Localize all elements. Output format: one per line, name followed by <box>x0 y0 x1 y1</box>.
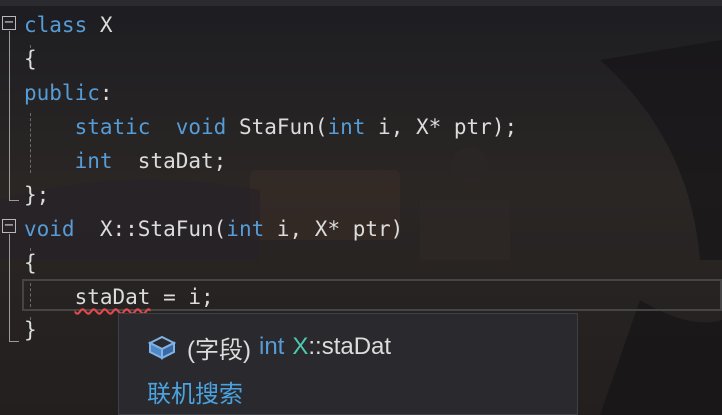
code-line[interactable]: }; <box>24 178 49 212</box>
code-line[interactable]: { <box>24 42 37 76</box>
field-cube-icon <box>147 335 177 360</box>
code-token: }; <box>24 183 50 207</box>
code-token: StaFun( <box>226 115 328 139</box>
code-token: staDat; <box>112 149 227 173</box>
code-token: void <box>175 115 227 139</box>
quick-info-tooltip: (字段) int X :: staDat 联机搜索 <box>118 313 578 415</box>
code-token: void <box>24 217 75 241</box>
quick-info-class: X <box>292 333 309 360</box>
top-strip <box>0 0 722 6</box>
code-line[interactable]: void X::StaFun(int i, X* ptr) <box>24 212 403 246</box>
outline-function-end <box>9 341 19 342</box>
outline-class-end <box>9 200 19 201</box>
quick-info-type: int <box>258 333 285 360</box>
code-token: i, X* ptr) <box>264 217 404 241</box>
code-line[interactable]: int staDat; <box>24 144 227 178</box>
quick-info-member: staDat <box>321 333 392 360</box>
quick-info-scope-separator: :: <box>308 333 322 360</box>
code-token: int <box>226 217 265 241</box>
collapse-class-button[interactable]: − <box>2 16 16 30</box>
code-token: = i; <box>150 285 214 309</box>
code-line[interactable]: { <box>24 246 37 280</box>
code-token: X <box>87 13 113 37</box>
outline-function <box>9 234 10 342</box>
online-search-link[interactable]: 联机搜索 <box>147 374 243 409</box>
outline-class <box>9 31 10 201</box>
code-line[interactable]: staDat = i; <box>24 280 214 314</box>
code-token: i, X* ptr); <box>365 115 518 139</box>
code-token: X::StaFun( <box>74 217 227 241</box>
code-line[interactable]: static void StaFun(int i, X* ptr); <box>24 110 518 144</box>
code-line[interactable]: class X <box>24 8 113 42</box>
code-token: int <box>74 149 113 173</box>
quick-info-kind: (字段) <box>187 336 251 364</box>
code-token: int <box>327 115 366 139</box>
collapse-function-button[interactable]: − <box>2 219 16 233</box>
quick-info-signature: (字段) int X :: staDat <box>147 330 391 364</box>
error-token: staDat <box>74 285 151 309</box>
code-token: { <box>24 47 37 71</box>
code-token: static <box>74 115 151 139</box>
code-token: } <box>24 318 37 342</box>
code-line[interactable]: } <box>24 313 37 347</box>
code-token: : <box>99 81 113 105</box>
code-line[interactable]: public: <box>24 76 113 110</box>
code-token: class <box>24 13 88 37</box>
code-token: { <box>24 251 37 275</box>
code-token: public <box>24 81 100 105</box>
